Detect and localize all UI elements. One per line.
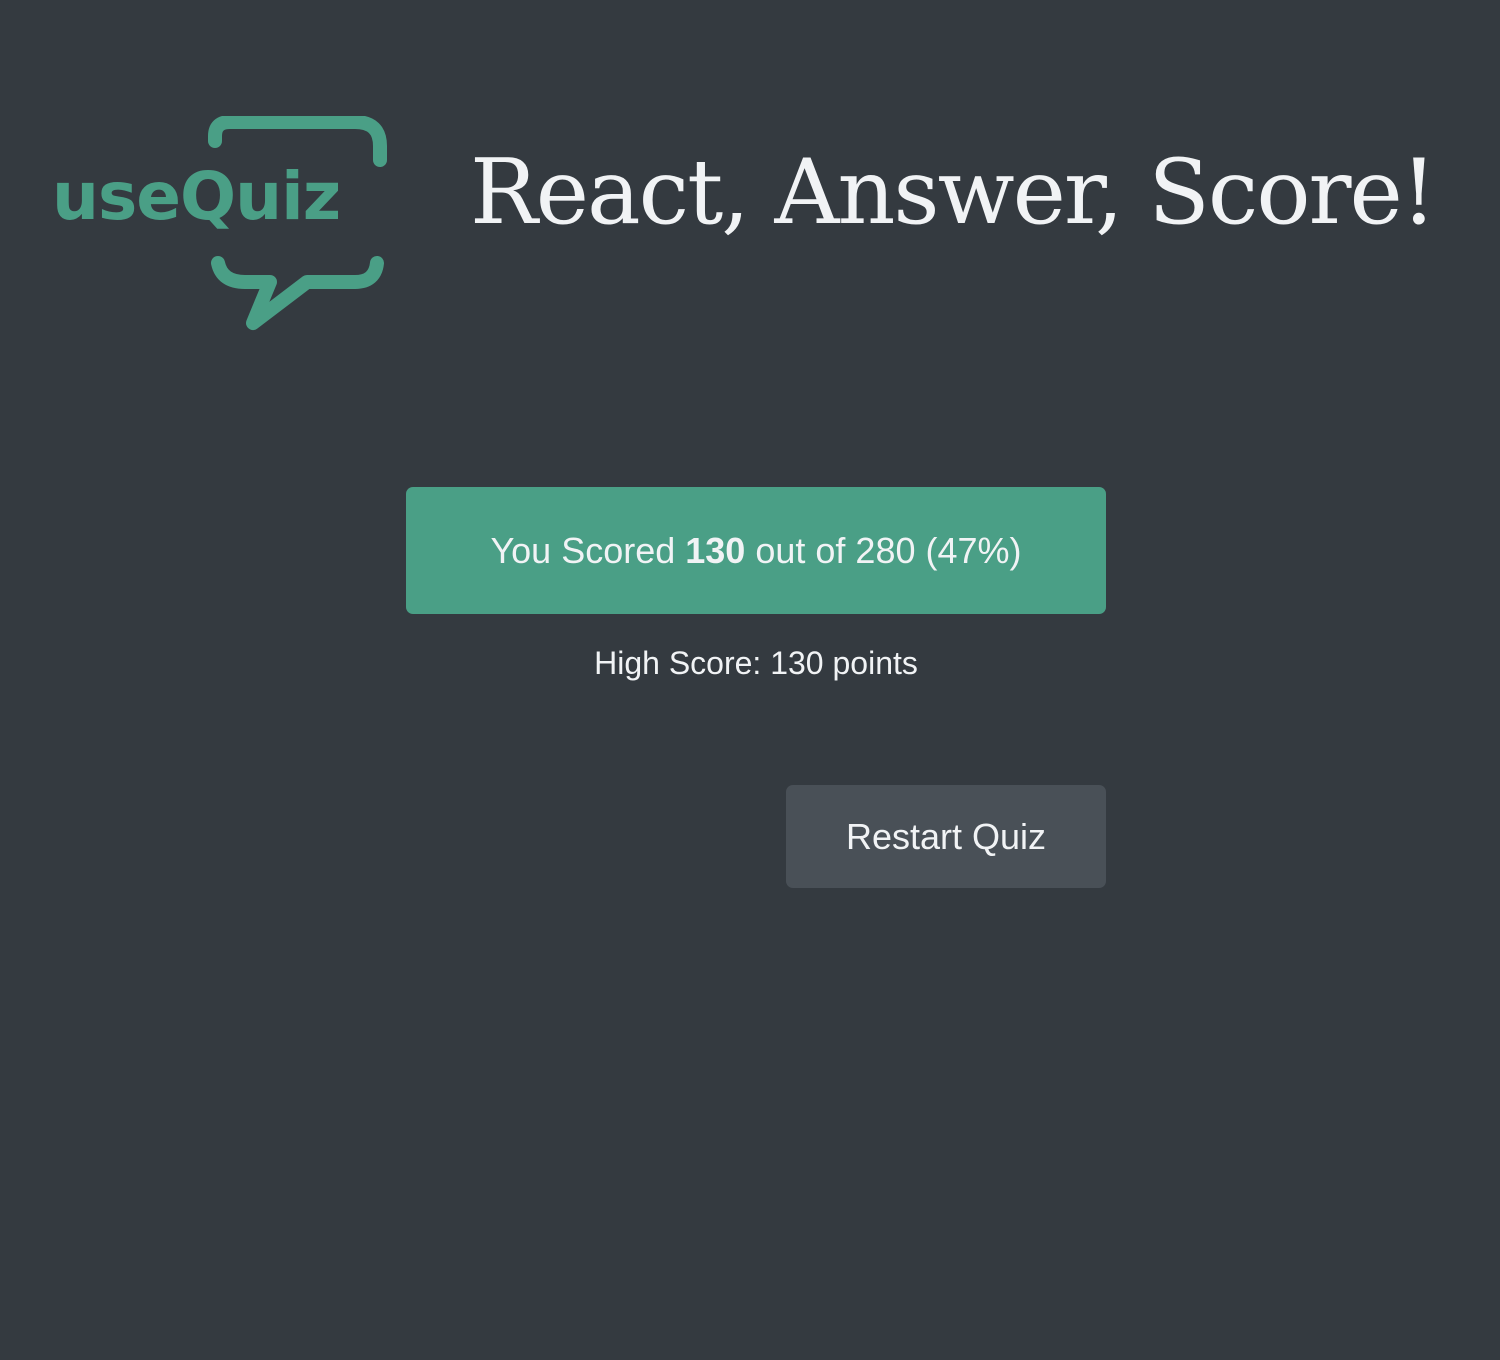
page-title: React, Answer, Score! — [470, 140, 1437, 245]
result-percent: (47%) — [925, 529, 1022, 571]
result-max: 280 — [855, 529, 916, 571]
logo-text: useQuiz — [52, 158, 341, 235]
score-result: You Scored 130 out of 280 (47%) — [406, 487, 1106, 614]
result-middle: out of — [745, 529, 856, 571]
restart-quiz-button[interactable]: Restart Quiz — [786, 785, 1106, 888]
result-prefix: You Scored — [490, 529, 686, 571]
logo: useQuiz — [50, 116, 395, 331]
result-score: 130 — [685, 529, 746, 571]
high-score: High Score: 130 points — [594, 645, 918, 681]
app-header: useQuiz React, Answer, Score! — [0, 0, 1500, 360]
